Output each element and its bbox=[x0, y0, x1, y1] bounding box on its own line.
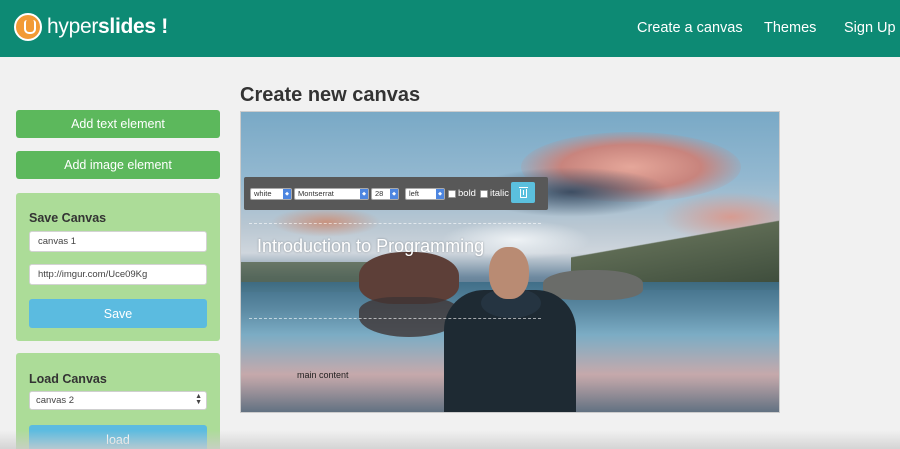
add-image-element-button[interactable]: Add image element bbox=[16, 151, 220, 179]
canvas-select[interactable]: canvas 2 ▲ ▼ bbox=[29, 391, 207, 410]
text-element-guide bbox=[249, 223, 541, 224]
trash-icon bbox=[518, 187, 528, 198]
text-element-guide bbox=[249, 318, 541, 319]
bottom-shadow bbox=[0, 430, 900, 449]
size-select-value: 28 bbox=[375, 189, 384, 198]
add-text-element-button[interactable]: Add text element bbox=[16, 110, 220, 138]
bold-checkbox[interactable] bbox=[448, 190, 456, 198]
align-select-value: left bbox=[409, 189, 420, 198]
page-title: Create new canvas bbox=[240, 84, 421, 106]
font-select-value: Montserrat bbox=[298, 189, 334, 198]
save-canvas-panel: Save Canvas canvas 1 http://imgur.com/Uc… bbox=[16, 193, 220, 341]
select-arrow-icon: ◆ bbox=[436, 189, 444, 199]
slide-title-text[interactable]: Introduction to Programming bbox=[257, 236, 484, 257]
logo-text: hyperslides ! bbox=[47, 15, 168, 39]
select-arrow-icon: ◆ bbox=[360, 189, 368, 199]
select-arrow-icon: ◆ bbox=[283, 189, 291, 199]
background-person-head bbox=[489, 247, 529, 299]
nav-sign-up[interactable]: Sign Up bbox=[844, 20, 896, 36]
canvas-name-input[interactable]: canvas 1 bbox=[29, 231, 207, 252]
size-select[interactable]: 28 ◆ bbox=[371, 188, 399, 200]
align-select[interactable]: left ◆ bbox=[405, 188, 445, 200]
logo-text-bold: slides ! bbox=[98, 15, 168, 38]
logo-hand-icon bbox=[14, 13, 42, 41]
background-rock bbox=[543, 270, 643, 300]
text-format-toolbar: white ◆ Montserrat ◆ 28 ◆ left ◆ bold italic bbox=[244, 177, 548, 210]
nav-create-canvas[interactable]: Create a canvas bbox=[637, 20, 743, 36]
nav-themes[interactable]: Themes bbox=[764, 20, 816, 36]
background-cloud bbox=[271, 207, 381, 237]
logo-text-regular: hyper bbox=[47, 15, 99, 38]
canvas-select-value: canvas 2 bbox=[36, 395, 75, 406]
save-canvas-title: Save Canvas bbox=[29, 211, 107, 225]
italic-label: italic bbox=[490, 188, 510, 199]
slide-canvas[interactable]: Introduction to Programming main content… bbox=[240, 111, 780, 413]
logo[interactable]: hyperslides ! bbox=[14, 13, 168, 41]
top-nav-bar: hyperslides ! Create a canvas Themes Sig… bbox=[0, 0, 900, 57]
background-url-input[interactable]: http://imgur.com/Uce09Kg bbox=[29, 264, 207, 285]
save-button[interactable]: Save bbox=[29, 299, 207, 328]
italic-checkbox[interactable] bbox=[480, 190, 488, 198]
select-arrows-icon: ▲ ▼ bbox=[195, 393, 202, 406]
select-arrow-icon: ◆ bbox=[390, 189, 398, 199]
bold-label: bold bbox=[458, 188, 476, 199]
load-canvas-title: Load Canvas bbox=[29, 372, 107, 386]
font-select[interactable]: Montserrat ◆ bbox=[294, 188, 369, 200]
delete-element-button[interactable] bbox=[511, 182, 535, 203]
slide-body-text[interactable]: main content bbox=[297, 370, 349, 380]
color-select[interactable]: white ◆ bbox=[250, 188, 292, 200]
color-select-value: white bbox=[254, 189, 272, 198]
